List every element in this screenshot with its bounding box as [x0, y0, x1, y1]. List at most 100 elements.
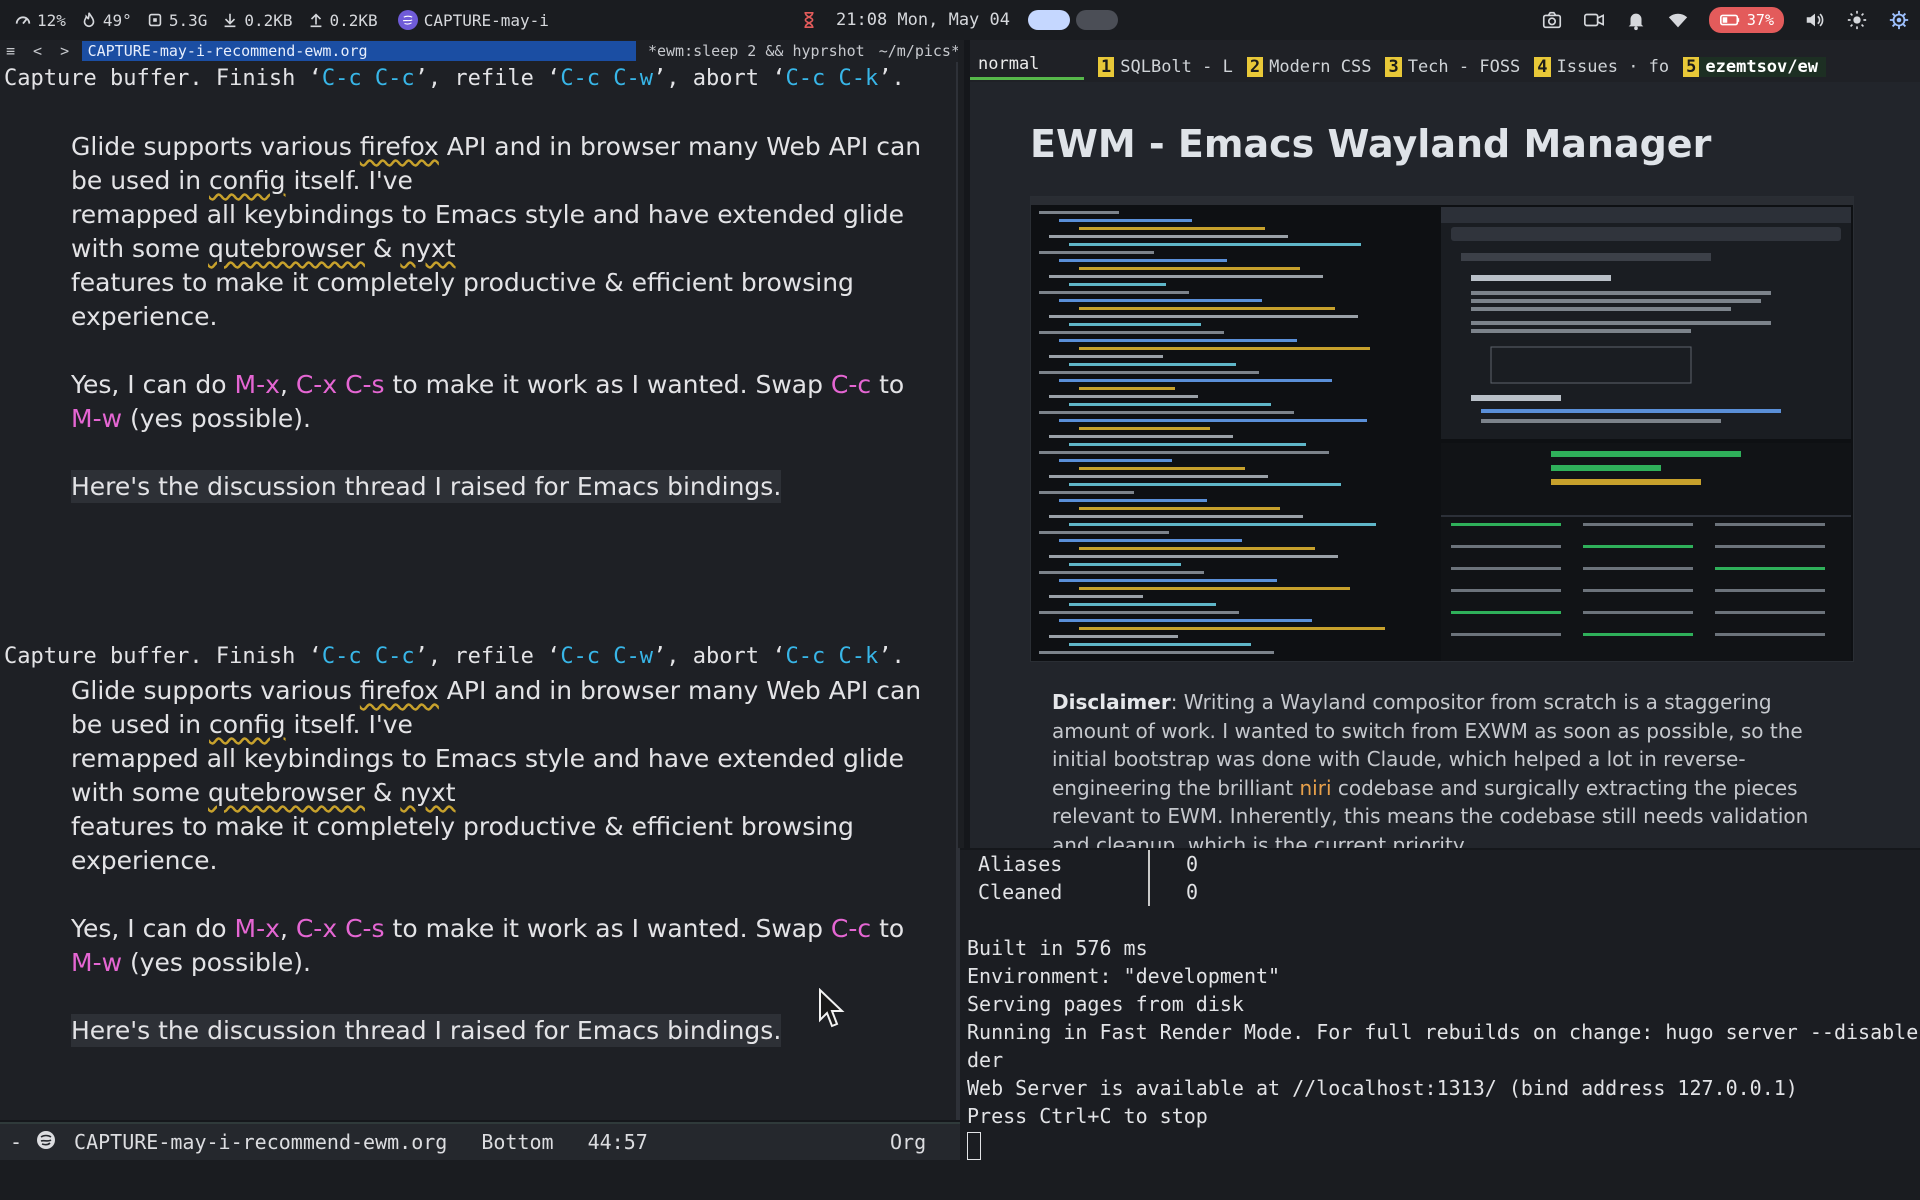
browser-tab-1[interactable]: 1 SQLBolt - L	[1098, 57, 1233, 77]
row-value: 0	[1186, 852, 1199, 876]
screen-record-icon[interactable]	[1583, 9, 1605, 31]
modeline-position: Bottom	[481, 1130, 554, 1154]
browser-window[interactable]: normal 1 SQLBolt - L 2 Modern CSS 3 Tech - …	[970, 40, 1920, 848]
terminal-line: Web Server is available at //localhost:1…	[967, 1076, 1798, 1100]
memory-widget[interactable]: 5.3G	[146, 10, 208, 30]
workspace-2[interactable]	[1076, 10, 1118, 30]
hourglass-icon[interactable]	[800, 10, 818, 30]
workspace-1[interactable]	[1028, 10, 1070, 30]
upload-value: 0.2KB	[329, 10, 378, 30]
paragraph-bindings: Yes, I can do M-x, C-x C-s to make it wo…	[0, 368, 960, 436]
text: to make it work as I wanted. Swap	[384, 914, 831, 943]
paragraph-remapped: remapped all keybindings to Emacs style …	[0, 742, 960, 810]
tab-title: Issues · fo	[1556, 57, 1670, 77]
modeline-buffer-name[interactable]: CAPTURE-may-i-recommend-ewm.org	[74, 1130, 447, 1154]
emacs-window[interactable]: ≡ < > CAPTURE-may-i-recommend-ewm.org *e…	[0, 40, 960, 1162]
tab-number: 1	[1098, 57, 1115, 77]
tab-number: 5	[1683, 57, 1700, 77]
terminal-line: der	[967, 1048, 1004, 1072]
paragraph-features: features to make it completely productiv…	[71, 268, 854, 331]
key-c-c: C-c	[830, 914, 872, 943]
paragraph-glide: Glide supports various firefox API and i…	[0, 130, 960, 198]
menu-icon[interactable]: ≡	[6, 42, 15, 60]
text: Glide supports various	[71, 132, 360, 161]
key-m-w: M-w	[71, 404, 123, 433]
terminal-pane[interactable]: Aliases 0 Cleaned 0 Built in 576 ms Envi…	[960, 850, 1920, 1160]
browser-tab-3[interactable]: 3 Tech - FOSS	[1385, 57, 1520, 77]
text: ,	[279, 914, 296, 943]
camera-icon[interactable]	[1541, 9, 1563, 31]
text: (yes possible).	[122, 404, 311, 433]
screenshot-illustration	[1031, 197, 1853, 661]
modeline-dash: -	[10, 1130, 23, 1154]
settings-gear-icon[interactable]	[1888, 9, 1910, 31]
clock[interactable]: 21:08 Mon, May 04	[836, 10, 1010, 30]
tab-next-button[interactable]: >	[60, 42, 69, 60]
row-label: Aliases	[978, 852, 1063, 876]
browser-scrollbar[interactable]	[958, 40, 964, 848]
text: ,	[279, 370, 296, 399]
spell-word-qutebrowser: qutebrowser	[208, 778, 365, 807]
battery-value: 37%	[1746, 11, 1774, 29]
temperature-widget[interactable]: 49°	[80, 11, 132, 30]
org-capture-block-1[interactable]: Capture buffer. Finish ‘C-c C-c’, refile…	[0, 62, 960, 504]
tab-title: Tech - FOSS	[1407, 57, 1521, 77]
browser-tab-5-active[interactable]: 5 ezemtsov/ew	[1683, 57, 1826, 77]
spell-word-qutebrowser: qutebrowser	[208, 234, 365, 263]
bell-icon[interactable]	[1625, 9, 1647, 31]
cpu-gauge-icon	[15, 16, 31, 25]
memory-value: 5.3G	[168, 10, 208, 30]
tab-pics[interactable]: ~/m/pics*	[879, 42, 960, 60]
chip-icon	[148, 13, 162, 27]
capture-hint-text: ’, abort ‘	[653, 66, 786, 91]
capture-hint-text: ’, abort ‘	[653, 644, 786, 669]
battery-icon	[1719, 14, 1740, 26]
battery-indicator[interactable]: 37%	[1708, 7, 1784, 33]
ewm-screenshot-image	[1030, 196, 1854, 662]
key-refile: C-c C-w	[560, 644, 654, 669]
browser-tab-2[interactable]: 2 Modern CSS	[1246, 57, 1371, 77]
thread-link-text[interactable]: Here's the discussion thread I raised fo…	[71, 470, 782, 503]
terminal-line: Running in Fast Render Mode. For full re…	[967, 1020, 1920, 1044]
top-status-bar: 12% 49° 5.3G 0.2KB 0.2KB CAPTURE-may-i 2…	[0, 0, 1920, 40]
active-window-title[interactable]: CAPTURE-may-i	[397, 10, 549, 30]
capture-hint: Capture buffer. Finish ‘C-c C-c’, refile…	[0, 640, 960, 674]
emacs-modeline-icon	[36, 1130, 56, 1155]
web-page[interactable]: EWM - Emacs Wayland Manager Disclaimer: …	[970, 82, 1920, 848]
modeline-major-mode[interactable]: Org	[890, 1130, 926, 1154]
volume-icon[interactable]	[1804, 9, 1826, 31]
key-abort: C-c C-k	[785, 66, 879, 91]
tab-capture-buffer[interactable]: CAPTURE-may-i-recommend-ewm.org	[81, 41, 636, 61]
browser-tab-4[interactable]: 4 Issues · fo	[1534, 57, 1669, 77]
workspace-indicator[interactable]	[1028, 10, 1118, 30]
tab-title: SQLBolt - L	[1120, 57, 1233, 77]
terminal-line: Environment: "development"	[967, 964, 1281, 988]
org-capture-block-2[interactable]: Capture buffer. Finish ‘C-c C-c’, refile…	[0, 640, 960, 1048]
text: &	[364, 778, 401, 807]
mode-indicator: normal	[970, 54, 1084, 80]
paragraph-thread: Here's the discussion thread I raised fo…	[0, 1014, 960, 1048]
tab-title: ezemtsov/ew	[1705, 57, 1818, 77]
tab-prev-button[interactable]: <	[33, 42, 42, 60]
browser-tab-bar: normal 1 SQLBolt - L 2 Modern CSS 3 Tech - …	[970, 54, 1920, 80]
tab-number: 2	[1246, 57, 1264, 77]
emacs-tab-line: ≡ < > CAPTURE-may-i-recommend-ewm.org *e…	[0, 40, 960, 62]
terminal-cursor-line[interactable]	[960, 1130, 1920, 1160]
niri-link[interactable]: niri	[1299, 776, 1331, 800]
download-widget[interactable]: 0.2KB	[221, 11, 293, 30]
tab-ewm-sleep[interactable]: *ewm:sleep 2 && hyprshot	[648, 42, 865, 60]
key-refile: C-c C-w	[560, 66, 654, 91]
key-c-x-c-s: C-x C-s	[295, 914, 385, 943]
upload-widget[interactable]: 0.2KB	[307, 11, 378, 30]
text: (yes possible).	[122, 948, 311, 977]
disclaimer-label: Disclaimer	[1052, 690, 1171, 714]
key-finish: C-c C-c	[321, 66, 415, 91]
paragraph-bindings: Yes, I can do M-x, C-x C-s to make it wo…	[0, 912, 960, 980]
wifi-icon[interactable]	[1667, 9, 1689, 31]
key-c-x-c-s: C-x C-s	[295, 370, 385, 399]
capture-hint-text: Capture buffer. Finish ‘	[4, 644, 322, 669]
thread-link-text[interactable]: Here's the discussion thread I raised fo…	[71, 1014, 782, 1047]
brightness-icon[interactable]	[1846, 9, 1868, 31]
capture-hint: Capture buffer. Finish ‘C-c C-c’, refile…	[0, 62, 960, 96]
cpu-widget[interactable]: 12%	[14, 11, 66, 30]
